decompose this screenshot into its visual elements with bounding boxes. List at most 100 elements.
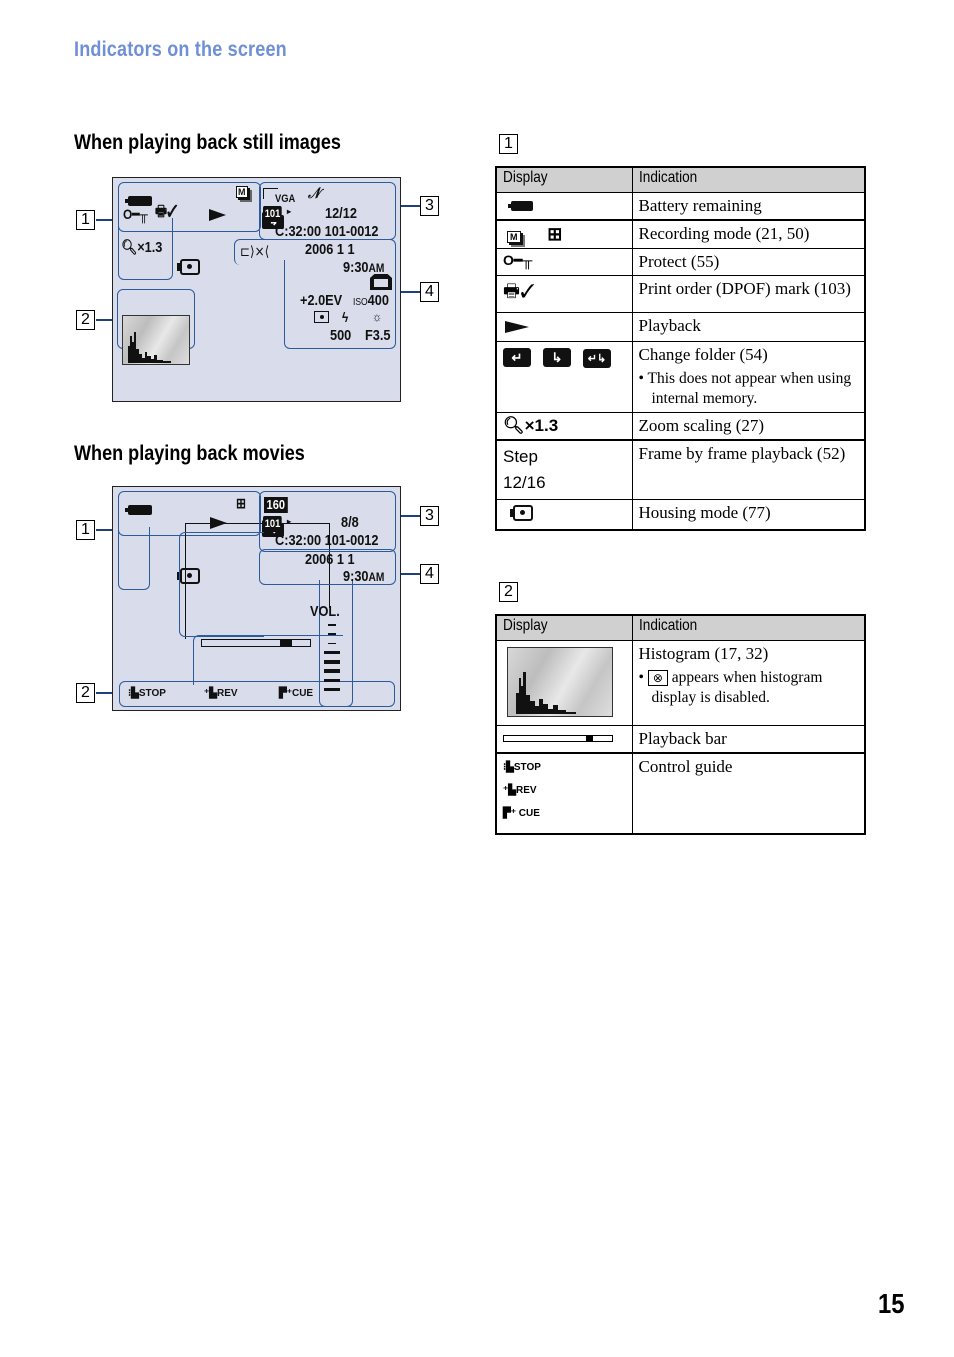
- volume-level-filled: [324, 678, 340, 682]
- callout-1-still: 1: [76, 210, 95, 230]
- file-name: C:32:00 101-0012: [275, 223, 379, 240]
- recording-mode-burst-icon: M: [507, 231, 521, 243]
- rev-icon: ⁺▙: [204, 688, 217, 699]
- protect-icon: O━╥: [495, 248, 633, 276]
- aperture: F3.5: [365, 327, 391, 344]
- folder-arrow-icon: ▸: [287, 207, 292, 216]
- guide-stop-label: STOP: [138, 688, 166, 699]
- guide-stop: ⁝▙STOP: [128, 688, 166, 699]
- print-order-icon: 🖶✓: [155, 203, 178, 220]
- magnifier-icon: 🔍︎: [121, 239, 138, 256]
- histogram-disabled-icon: ⊏⟩⨯⟨: [240, 243, 270, 259]
- time: 9:30AM: [343, 569, 384, 585]
- table-row: Playback bar: [495, 725, 866, 754]
- table-header: Display Indication: [495, 166, 866, 193]
- ampm: AM: [368, 570, 385, 584]
- table-header: Display Indication: [495, 614, 866, 641]
- guide-cue-label: CUE: [291, 688, 314, 699]
- table-row: 🖶✓ Print order (DPOF) mark (103): [495, 275, 866, 313]
- playback-bar: [503, 735, 613, 742]
- volume-level-filled: [324, 660, 340, 664]
- indication: Print order (DPOF) mark (103): [631, 275, 866, 313]
- image-quality-icon: 𝒩: [308, 185, 321, 202]
- playback-bar: [201, 639, 311, 647]
- indicator-table-1: Display Indication Battery remaining M ⊞…: [495, 166, 866, 531]
- volume-level-filled: [324, 669, 340, 673]
- header-display: Display: [495, 614, 633, 641]
- indicator-table-2: Display Indication Histogram (17, 32) • …: [495, 614, 866, 835]
- table-row: ⁝▙STOP ⁺▙REV ▛⁺ CUE Control guide: [495, 752, 866, 835]
- indication: Histogram (17, 32): [638, 644, 769, 663]
- recording-mode-movie-icon: ⊞: [547, 224, 563, 244]
- image-count: 8/8: [341, 514, 359, 531]
- movies-heading: When playing back movies: [74, 442, 305, 465]
- recording-mode-movie-icon: ⊞: [236, 495, 246, 511]
- table-row: 🔍︎×1.3 Zoom scaling (27): [495, 412, 866, 441]
- image-size: 160: [264, 497, 288, 513]
- section-title: Indicators on the screen: [74, 38, 287, 61]
- header-display: Display: [495, 166, 633, 193]
- file-name: C:32:00 101-0012: [275, 532, 379, 549]
- callout-1-movie: 1: [76, 520, 95, 540]
- flash-icon: ϟ: [342, 309, 349, 325]
- table-row: ↵ ↳ ↵↳ Change folder (54) • This does not …: [495, 341, 866, 413]
- guide-cue: ▛⁺ CUE: [503, 808, 540, 819]
- recording-mode-burst-icon: M: [236, 186, 248, 198]
- metering-spot-icon: [314, 311, 329, 323]
- guide-cue: ▛⁺CUE: [279, 688, 313, 699]
- callout-3-movie: 3: [420, 506, 439, 526]
- zoom-value: ×1.3: [137, 239, 163, 256]
- change-folder-prev-icon: ↵: [503, 348, 531, 367]
- stop-icon: ⁝▙: [128, 688, 139, 699]
- volume-level-filled: [324, 687, 340, 692]
- histogram-bars: [516, 672, 576, 714]
- callout-2-still: 2: [76, 310, 95, 330]
- indication: Frame by frame playback (52): [631, 439, 866, 500]
- indication: Playback bar: [631, 725, 866, 754]
- white-balance-icon: ☼: [372, 309, 383, 324]
- change-folder-next-icon: ↳: [543, 348, 571, 367]
- note: • ⊗ appears when histogram display is di…: [638, 669, 823, 706]
- table-row: Battery remaining: [495, 192, 866, 221]
- volume-level-filled: [324, 650, 340, 655]
- table-row: Housing mode (77): [495, 499, 866, 531]
- header-indication: Indication: [631, 166, 866, 193]
- histogram: [122, 315, 190, 365]
- magnifier-icon: 🔍︎: [503, 416, 525, 435]
- ampm: AM: [368, 261, 385, 275]
- table-row: Histogram (17, 32) • ⊗ appears when hist…: [495, 640, 866, 726]
- indication: Protect (55): [631, 248, 866, 276]
- image-count: 12/12: [325, 205, 357, 222]
- stop-icon: ⁝▙: [503, 762, 514, 773]
- volume-meter: [324, 623, 340, 697]
- protect-icon: O━╥: [123, 206, 148, 222]
- volume-level-empty: [328, 624, 336, 626]
- indication: Battery remaining: [631, 192, 866, 221]
- folder-arrow-icon: ▸: [287, 517, 292, 526]
- step-value: 12/16: [503, 473, 546, 492]
- housing-mode-icon: [510, 505, 533, 521]
- date: 2006 1 1: [305, 551, 355, 568]
- guide-rev: ⁺▙REV: [503, 785, 537, 796]
- zoom-value: ×1.3: [524, 416, 559, 435]
- time-value: 9:30: [343, 259, 369, 276]
- step-label: Step: [503, 447, 538, 466]
- note: • This does not appear when using intern…: [638, 370, 852, 407]
- indication: Recording mode (21, 50): [631, 219, 866, 249]
- cue-icon: ▛⁺: [279, 688, 292, 699]
- zoom-scaling: 🔍︎×1.3: [121, 240, 162, 256]
- iso-value: 400: [367, 292, 389, 309]
- callout-4-still: 4: [420, 282, 439, 302]
- folder-number: 101: [263, 206, 283, 222]
- playback-bar-position: [586, 736, 593, 741]
- table-row: M ⊞ Recording mode (21, 50): [495, 219, 866, 249]
- still-playback-screen: M O━╥ 🖶✓ ↳ 🔍︎×1.3 VGA 𝒩 101 ▸ 12/12 C:32…: [112, 177, 401, 402]
- indication: Zoom scaling (27): [631, 412, 866, 441]
- housing-mode-icon: [176, 259, 200, 275]
- battery-icon: [508, 201, 533, 211]
- guide-stop: ⁝▙STOP: [503, 762, 541, 773]
- indication: Housing mode (77): [631, 499, 866, 531]
- table-row: Step 12/16 Frame by frame playback (52): [495, 439, 866, 500]
- callout-3-still: 3: [420, 196, 439, 216]
- table-row: O━╥ Protect (55): [495, 248, 866, 276]
